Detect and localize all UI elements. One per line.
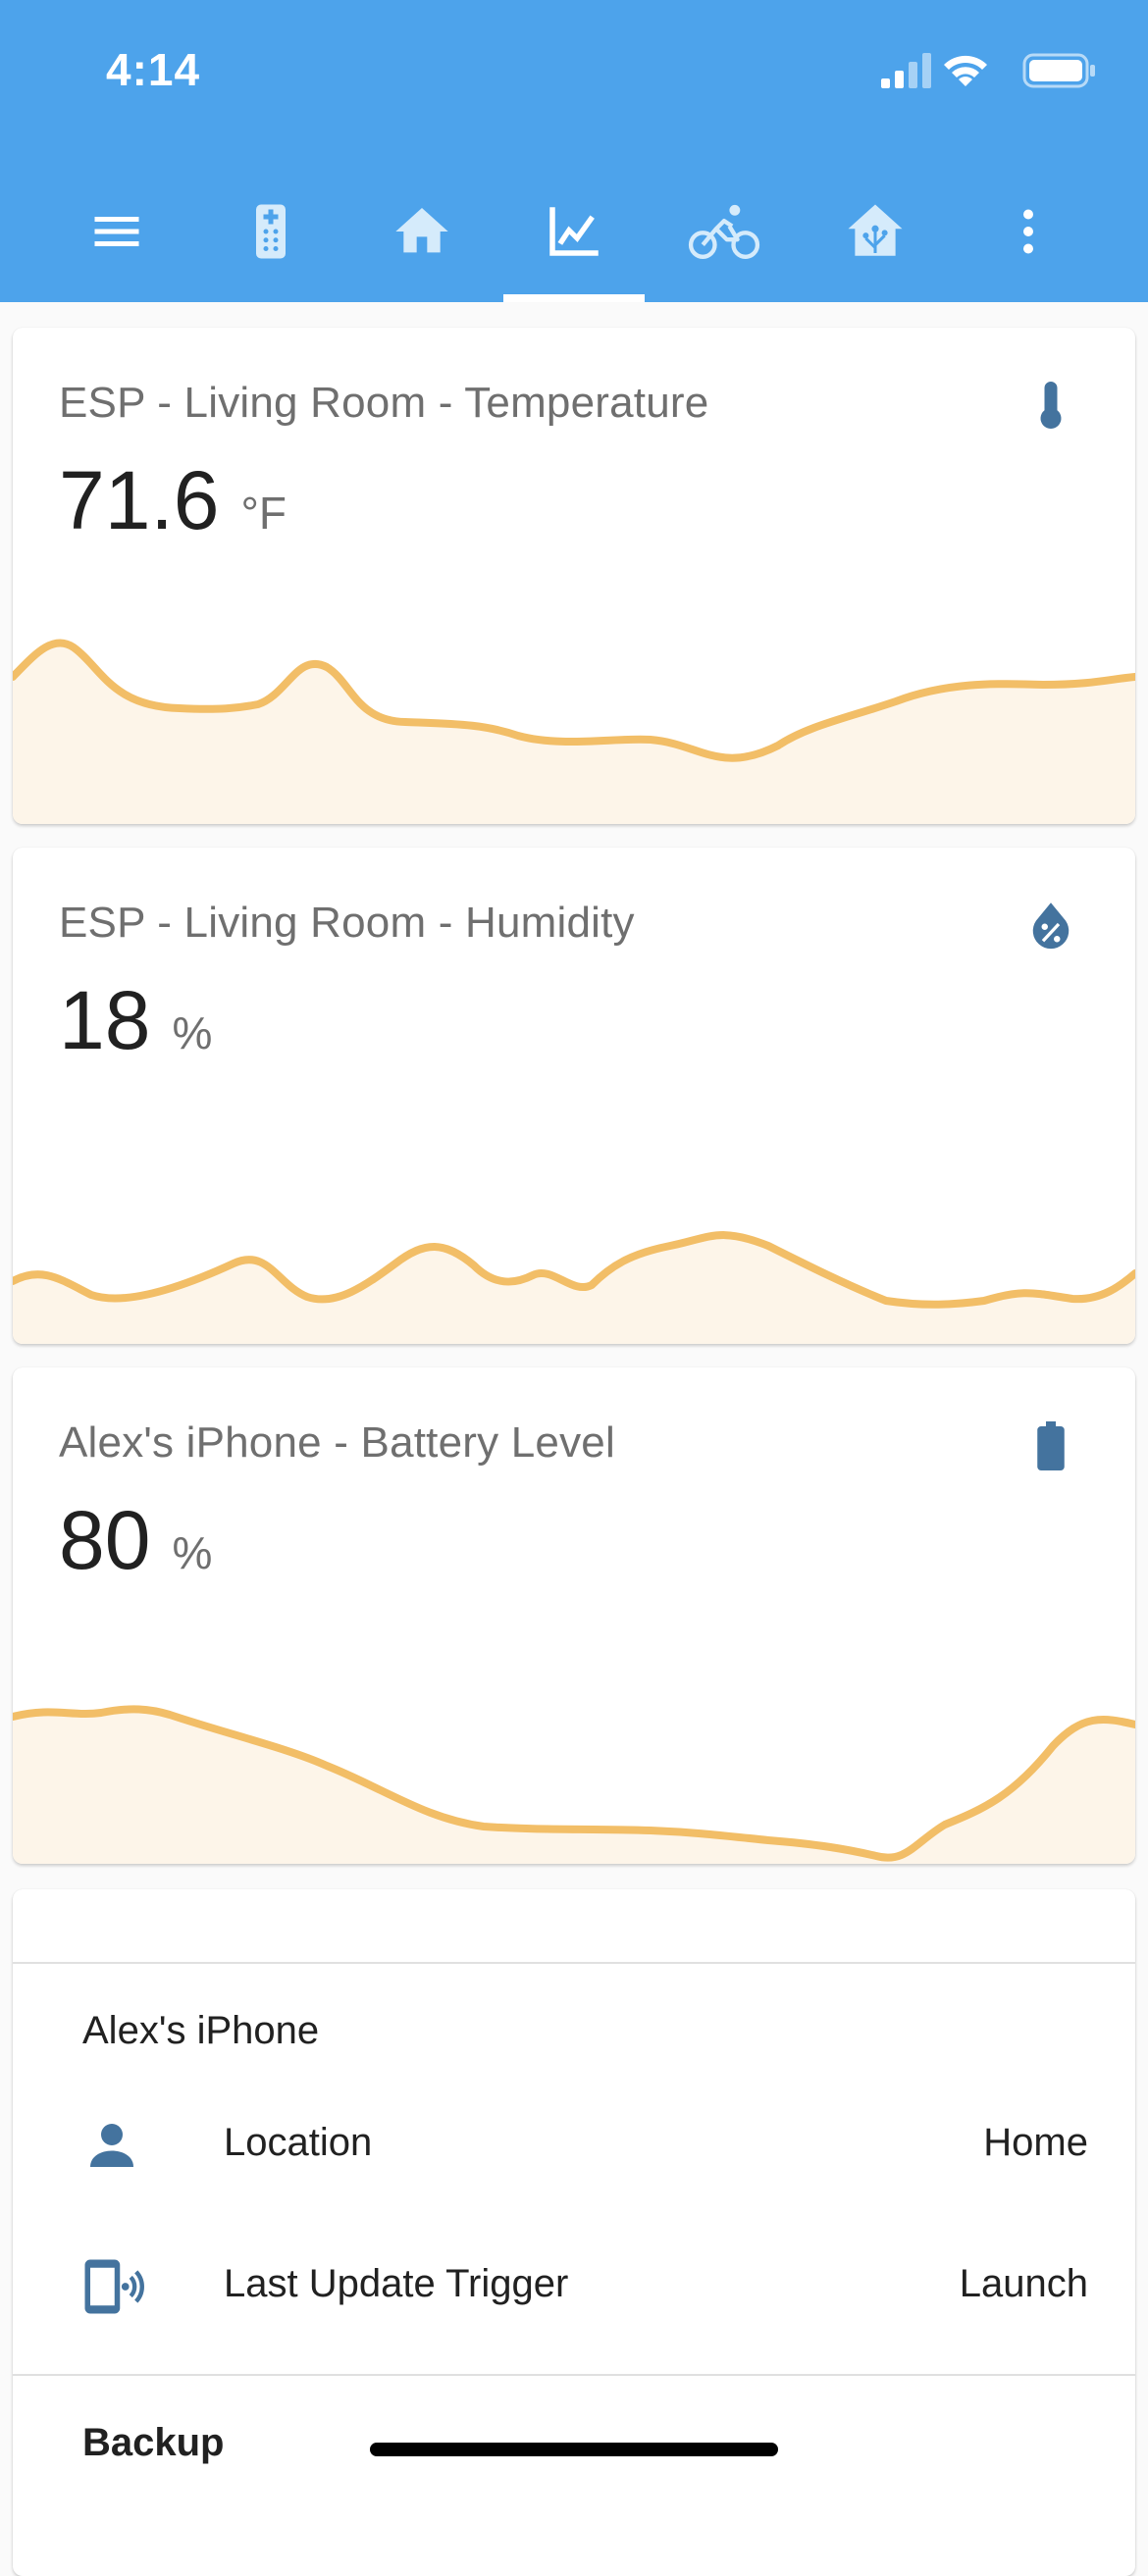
app-header: 4:14	[0, 0, 1148, 302]
sensor-card-battery[interactable]: Alex's iPhone - Battery Level 80%	[13, 1367, 1135, 1864]
home-indicator[interactable]	[370, 2443, 778, 2456]
entity-group-title: Alex's iPhone	[82, 2009, 320, 2052]
status-time: 4:14	[106, 44, 201, 95]
entity-name: Location	[224, 2121, 373, 2164]
home-assistant-icon	[848, 204, 903, 256]
entities-card: Alex's iPhone Location Home Last Update …	[13, 1889, 1135, 2576]
entity-state: Launch	[959, 2262, 1088, 2305]
entity-state: Home	[983, 2121, 1088, 2164]
active-tab-indicator	[503, 294, 645, 302]
sensor-value: 18	[59, 974, 151, 1066]
bike-icon	[688, 204, 760, 259]
sensor-card-temperature[interactable]: ESP - Living Room - Temperature 71.6 °F	[13, 328, 1135, 824]
entity-row-last-update-trigger[interactable]: Last Update Trigger Launch	[13, 2237, 1135, 2335]
wifi-icon	[944, 55, 987, 86]
card-title: Alex's iPhone - Battery Level	[59, 1418, 615, 1467]
history-graph	[13, 639, 1135, 824]
overflow-menu-button[interactable]	[979, 186, 1077, 277]
cellular-signal-icon	[881, 53, 931, 88]
divider	[13, 2374, 1135, 2376]
menu-button[interactable]	[68, 186, 166, 277]
sensor-value: 71.6	[59, 454, 220, 546]
sensor-unit: °F	[240, 488, 287, 539]
card-title: ESP - Living Room - Temperature	[59, 379, 709, 427]
divider	[13, 1962, 1135, 1964]
battery-status-icon	[1022, 53, 1095, 88]
chart-line-icon	[549, 207, 599, 256]
entity-group-title-backup: Backup	[82, 2421, 225, 2464]
card-title: ESP - Living Room - Humidity	[59, 899, 635, 947]
menu-icon	[94, 217, 139, 246]
cellphone-wireless-icon	[84, 2259, 144, 2314]
more-vertical-icon	[1023, 209, 1033, 254]
water-percent-icon	[1032, 902, 1070, 950]
thermometer-icon	[1040, 382, 1062, 429]
card-value: 71.6 °F	[59, 453, 287, 548]
battery-icon	[1037, 1421, 1065, 1470]
tab-remote[interactable]	[222, 186, 320, 277]
tab-bike[interactable]	[675, 186, 773, 277]
sensor-value: 80	[59, 1494, 151, 1586]
home-icon	[395, 208, 448, 253]
history-graph	[13, 1705, 1135, 1864]
card-value: 18%	[59, 973, 212, 1068]
sensor-unit: %	[172, 1527, 213, 1578]
view-tabs	[0, 167, 1148, 302]
tab-home-assistant[interactable]	[826, 186, 924, 277]
entity-row-location[interactable]: Location Home	[13, 2095, 1135, 2193]
sensor-unit: %	[172, 1007, 213, 1058]
tab-history[interactable]	[525, 186, 623, 277]
entity-name: Last Update Trigger	[224, 2262, 569, 2305]
remote-icon	[256, 204, 286, 259]
tab-home[interactable]	[373, 186, 471, 277]
history-graph	[13, 1231, 1135, 1344]
card-value: 80%	[59, 1493, 212, 1588]
sensor-card-humidity[interactable]: ESP - Living Room - Humidity 18%	[13, 848, 1135, 1344]
account-icon	[90, 2124, 133, 2167]
